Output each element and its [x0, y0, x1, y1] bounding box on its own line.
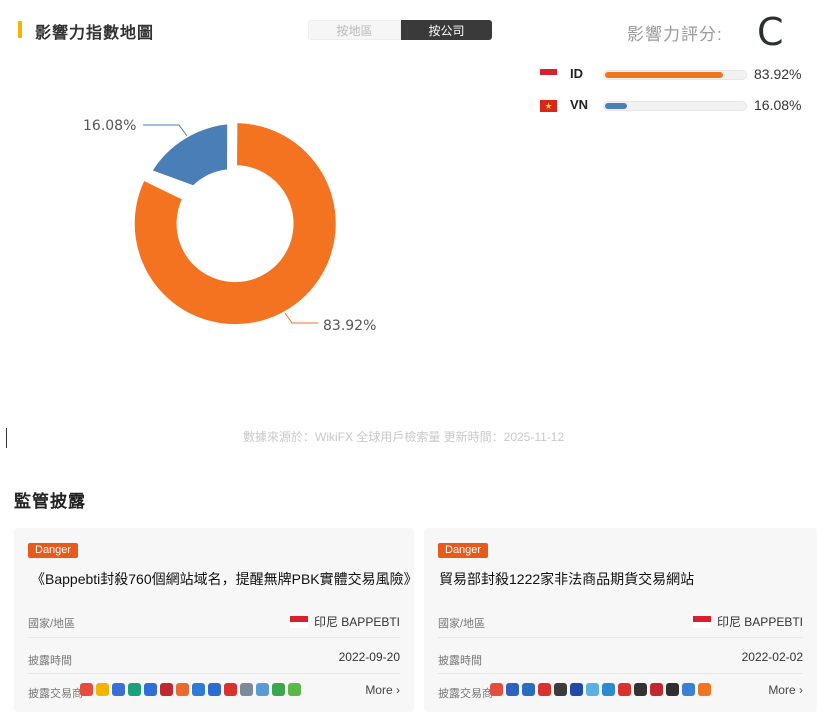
chevron-right-icon: › [799, 683, 803, 697]
broker-logo-icon[interactable] [506, 683, 519, 696]
broker-logo-icon[interactable] [586, 683, 599, 696]
more-label: More [768, 683, 796, 697]
broker-logo-icon[interactable] [144, 683, 157, 696]
broker-logo-icon[interactable] [176, 683, 189, 696]
broker-logo-icon[interactable] [602, 683, 615, 696]
broker-logo-icon[interactable] [80, 683, 93, 696]
broker-logo-icon[interactable] [272, 683, 285, 696]
row-divider [28, 673, 400, 674]
toggle-by-region[interactable]: 按地區 [308, 20, 401, 40]
broker-logo-icon[interactable] [128, 683, 141, 696]
section-accent-bar [18, 21, 22, 38]
influence-score-value: C [757, 10, 784, 54]
broker-logo-icon[interactable] [96, 683, 109, 696]
broker-logo-icon[interactable] [490, 683, 503, 696]
chevron-right-icon: › [396, 683, 400, 697]
date-label: 披露時間 [28, 655, 72, 667]
influence-score-label: 影響力評分: [627, 25, 723, 44]
broker-logo-icon[interactable] [666, 683, 679, 696]
disclosure-headline[interactable]: 《Bappebti封殺760個網站域名，提醒無牌PBK實體交易風險》 [31, 569, 418, 589]
disclosure-date: 2022-09-20 [338, 650, 400, 664]
disclosure-date: 2022-02-02 [741, 650, 803, 664]
region-regulator: 印尼 BAPPEBTI [313, 615, 400, 629]
donut-label-small: 16.08% [83, 118, 136, 134]
progress-track [603, 101, 747, 111]
broker-logo-icon[interactable] [160, 683, 173, 696]
page-title: 影響力指數地圖 [35, 25, 155, 42]
broker-logo-icon[interactable] [682, 683, 695, 696]
disclosure-card[interactable]: Danger 貿易部封殺1222家非法商品期貨交易網站 國家/地區 印尼 BAP… [424, 528, 817, 712]
indonesia-flag-icon [692, 615, 711, 628]
date-label: 披露時間 [438, 655, 482, 667]
vietnam-flag-icon [540, 100, 557, 112]
legend-code: VN [570, 97, 589, 112]
broker-logo-icon[interactable] [224, 683, 237, 696]
legend-row-vn: VN 16.08% [540, 97, 810, 117]
broker-logo-icon[interactable] [650, 683, 663, 696]
broker-logo-icon[interactable] [240, 683, 253, 696]
region-label: 國家/地區 [438, 618, 486, 630]
legend-percent: 16.08% [754, 97, 802, 113]
indonesia-flag-icon [540, 69, 557, 81]
broker-logo-icon[interactable] [112, 683, 125, 696]
donut-label-large: 83.92% [323, 318, 376, 334]
danger-badge: Danger [28, 543, 79, 558]
broker-logo-icon[interactable] [618, 683, 631, 696]
row-divider [28, 637, 400, 638]
broker-logo-icon[interactable] [256, 683, 269, 696]
legend-code: ID [570, 66, 583, 81]
region-label: 國家/地區 [28, 618, 76, 630]
broker-logo-icon[interactable] [570, 683, 583, 696]
leader-line-small [143, 124, 188, 137]
broker-logo-icon[interactable] [554, 683, 567, 696]
broker-logo-icon[interactable] [634, 683, 647, 696]
view-toggle[interactable]: 按地區 按公司 [308, 20, 492, 40]
more-label: More [365, 683, 393, 697]
regulatory-disclosure-title: 監管披露 [14, 492, 86, 511]
progress-fill [605, 72, 723, 78]
more-link[interactable]: More › [365, 683, 400, 697]
row-divider [438, 637, 803, 638]
region-regulator: 印尼 BAPPEBTI [716, 615, 803, 629]
progress-fill [605, 103, 627, 109]
date-value: 2022-09-20 [339, 650, 400, 664]
danger-badge: Danger [438, 543, 489, 558]
leader-line-large [284, 312, 318, 324]
brokers-label: 披露交易商 [28, 688, 83, 700]
data-source-note: 數據來源於：WikiFX 全球用戶檢索量 更新時間：2025-11-12 [243, 430, 565, 444]
donut-segment-vn[interactable] [149, 122, 230, 188]
text-cursor [6, 428, 7, 448]
broker-logo-icon[interactable] [192, 683, 205, 696]
date-value: 2022-02-02 [742, 650, 803, 664]
indonesia-flag-icon [289, 615, 308, 628]
disclosure-headline[interactable]: 貿易部封殺1222家非法商品期貨交易網站 [439, 569, 694, 589]
row-divider [438, 673, 803, 674]
more-link[interactable]: More › [768, 683, 803, 697]
broker-logo-icon[interactable] [698, 683, 711, 696]
disclosure-card[interactable]: Danger 《Bappebti封殺760個網站域名，提醒無牌PBK實體交易風險… [14, 528, 418, 712]
broker-logo-icon[interactable] [522, 683, 535, 696]
toggle-by-company[interactable]: 按公司 [401, 20, 492, 40]
donut-segment-id[interactable] [131, 120, 339, 328]
broker-logo-icon[interactable] [538, 683, 551, 696]
broker-logo-icon[interactable] [288, 683, 301, 696]
progress-track [603, 70, 747, 80]
legend-row-id: ID 83.92% [540, 66, 810, 86]
region-value: 印尼 BAPPEBTI [289, 613, 400, 630]
broker-icons [490, 683, 711, 696]
broker-icons [80, 683, 301, 696]
region-value: 印尼 BAPPEBTI [692, 613, 803, 630]
legend-percent: 83.92% [754, 66, 802, 82]
broker-logo-icon[interactable] [208, 683, 221, 696]
brokers-label: 披露交易商 [438, 688, 493, 700]
